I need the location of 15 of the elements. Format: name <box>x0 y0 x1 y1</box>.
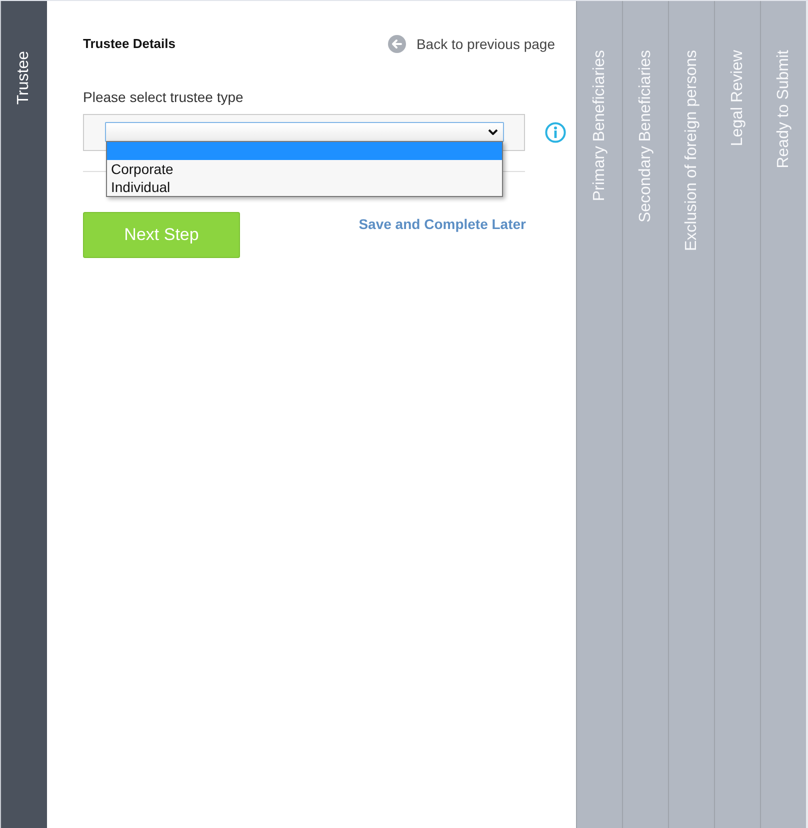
save-and-complete-later-link[interactable]: Save and Complete Later <box>358 216 526 232</box>
step-tab[interactable]: Trustee <box>0 1 47 828</box>
step-tab[interactable]: Primary Beneficiaries <box>576 1 622 828</box>
next-step-button[interactable]: Next Step <box>83 212 240 258</box>
field-label: Please select trustee type <box>83 89 244 105</box>
back-link[interactable]: Back to previous page <box>388 35 555 53</box>
step-tab[interactable]: Secondary Beneficiaries <box>622 1 668 828</box>
step-tab[interactable]: Exclusion of foreign persons <box>668 1 714 828</box>
section-title: Trustee Details <box>83 36 176 52</box>
step-tab[interactable]: Ready to Submit <box>760 1 806 828</box>
info-icon[interactable] <box>545 122 566 143</box>
chevron-down-icon <box>488 129 498 135</box>
dropdown-option[interactable]: Corporate <box>107 160 502 178</box>
dropdown-option[interactable]: Individual <box>107 178 502 196</box>
step-tab[interactable]: Legal Review <box>714 1 760 828</box>
